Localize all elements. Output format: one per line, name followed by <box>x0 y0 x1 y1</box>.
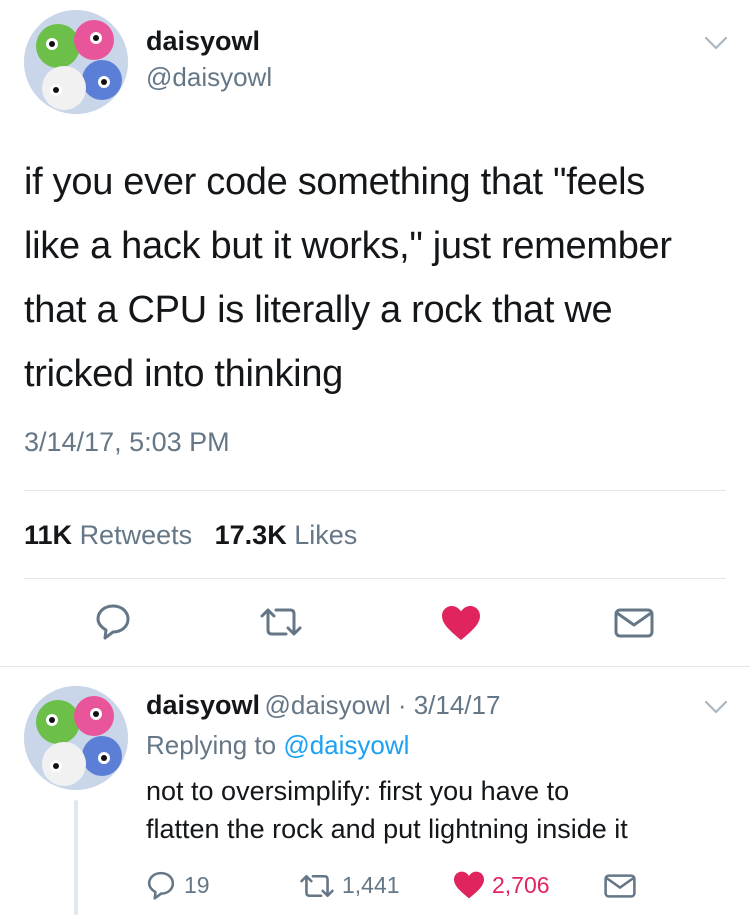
tweet-text-line: that a CPU is literally a rock that we <box>24 289 613 331</box>
replying-to-link[interactable]: @daisyowl <box>283 730 409 760</box>
reply-reply-button[interactable]: 19 <box>146 870 210 900</box>
engagement-stats: 11K Retweets 17.3K Likes <box>24 520 357 551</box>
dm-icon <box>614 608 654 638</box>
tweet-timestamp[interactable]: 3/14/17, 5:03 PM <box>24 427 230 458</box>
divider <box>24 490 726 491</box>
retweets-stat[interactable]: 11K Retweets <box>24 520 192 550</box>
reply-avatar[interactable] <box>24 686 128 790</box>
replying-prefix: Replying to <box>146 730 277 760</box>
reply-display-name[interactable]: daisyowl <box>146 690 260 720</box>
heart-icon <box>454 871 484 899</box>
dm-button[interactable] <box>614 608 654 638</box>
reply-handle-date[interactable]: @daisyowl · 3/14/17 <box>265 690 501 720</box>
reply-header: daisyowl @daisyowl · 3/14/17 <box>146 690 500 721</box>
user-handle[interactable]: @daisyowl <box>146 62 272 93</box>
chevron-down-icon[interactable] <box>704 700 728 719</box>
retweet-button[interactable] <box>258 606 304 638</box>
divider <box>24 578 726 579</box>
reply-like-button[interactable]: 2,706 <box>452 870 550 900</box>
chevron-down-icon[interactable] <box>704 36 728 55</box>
tweet-body: if you ever code something that "feels l… <box>24 150 734 406</box>
avatar[interactable] <box>24 10 128 114</box>
replying-to: Replying to @daisyowl <box>146 730 409 761</box>
tweet-text-line: tricked into thinking <box>24 353 343 395</box>
retweet-icon <box>300 874 334 897</box>
reply-dm-button[interactable] <box>604 874 636 903</box>
reply-text-line: not to oversimplify: first you have to <box>146 776 570 806</box>
like-label: Likes <box>294 520 358 550</box>
reply-count: 19 <box>184 871 210 898</box>
like-count: 17.3K <box>214 520 287 550</box>
reply-retweet-button[interactable]: 1,441 <box>298 872 400 899</box>
reply-retweet-count: 1,441 <box>342 872 400 898</box>
display-name[interactable]: daisyowl <box>146 26 260 57</box>
reply-like-count: 2,706 <box>492 871 550 898</box>
like-button[interactable] <box>440 604 482 642</box>
retweet-count: 11K <box>24 520 73 550</box>
reply-button[interactable] <box>94 602 132 640</box>
tweet-text-line: if you ever code something that "feels <box>24 161 645 203</box>
reply-body: not to oversimplify: first you have to f… <box>146 772 736 848</box>
likes-stat[interactable]: 17.3K Likes <box>215 520 358 550</box>
heart-icon <box>442 606 480 640</box>
dm-icon <box>604 874 636 898</box>
tweet-text-line: like a hack but it works," just remember <box>24 225 672 267</box>
reply-icon <box>147 871 175 900</box>
divider <box>0 666 750 667</box>
reply-icon <box>96 604 130 640</box>
retweet-label: Retweets <box>79 520 193 550</box>
reply-text-line: flatten the rock and put lightning insid… <box>146 814 628 844</box>
thread-line <box>74 800 78 915</box>
retweet-icon <box>260 608 302 636</box>
